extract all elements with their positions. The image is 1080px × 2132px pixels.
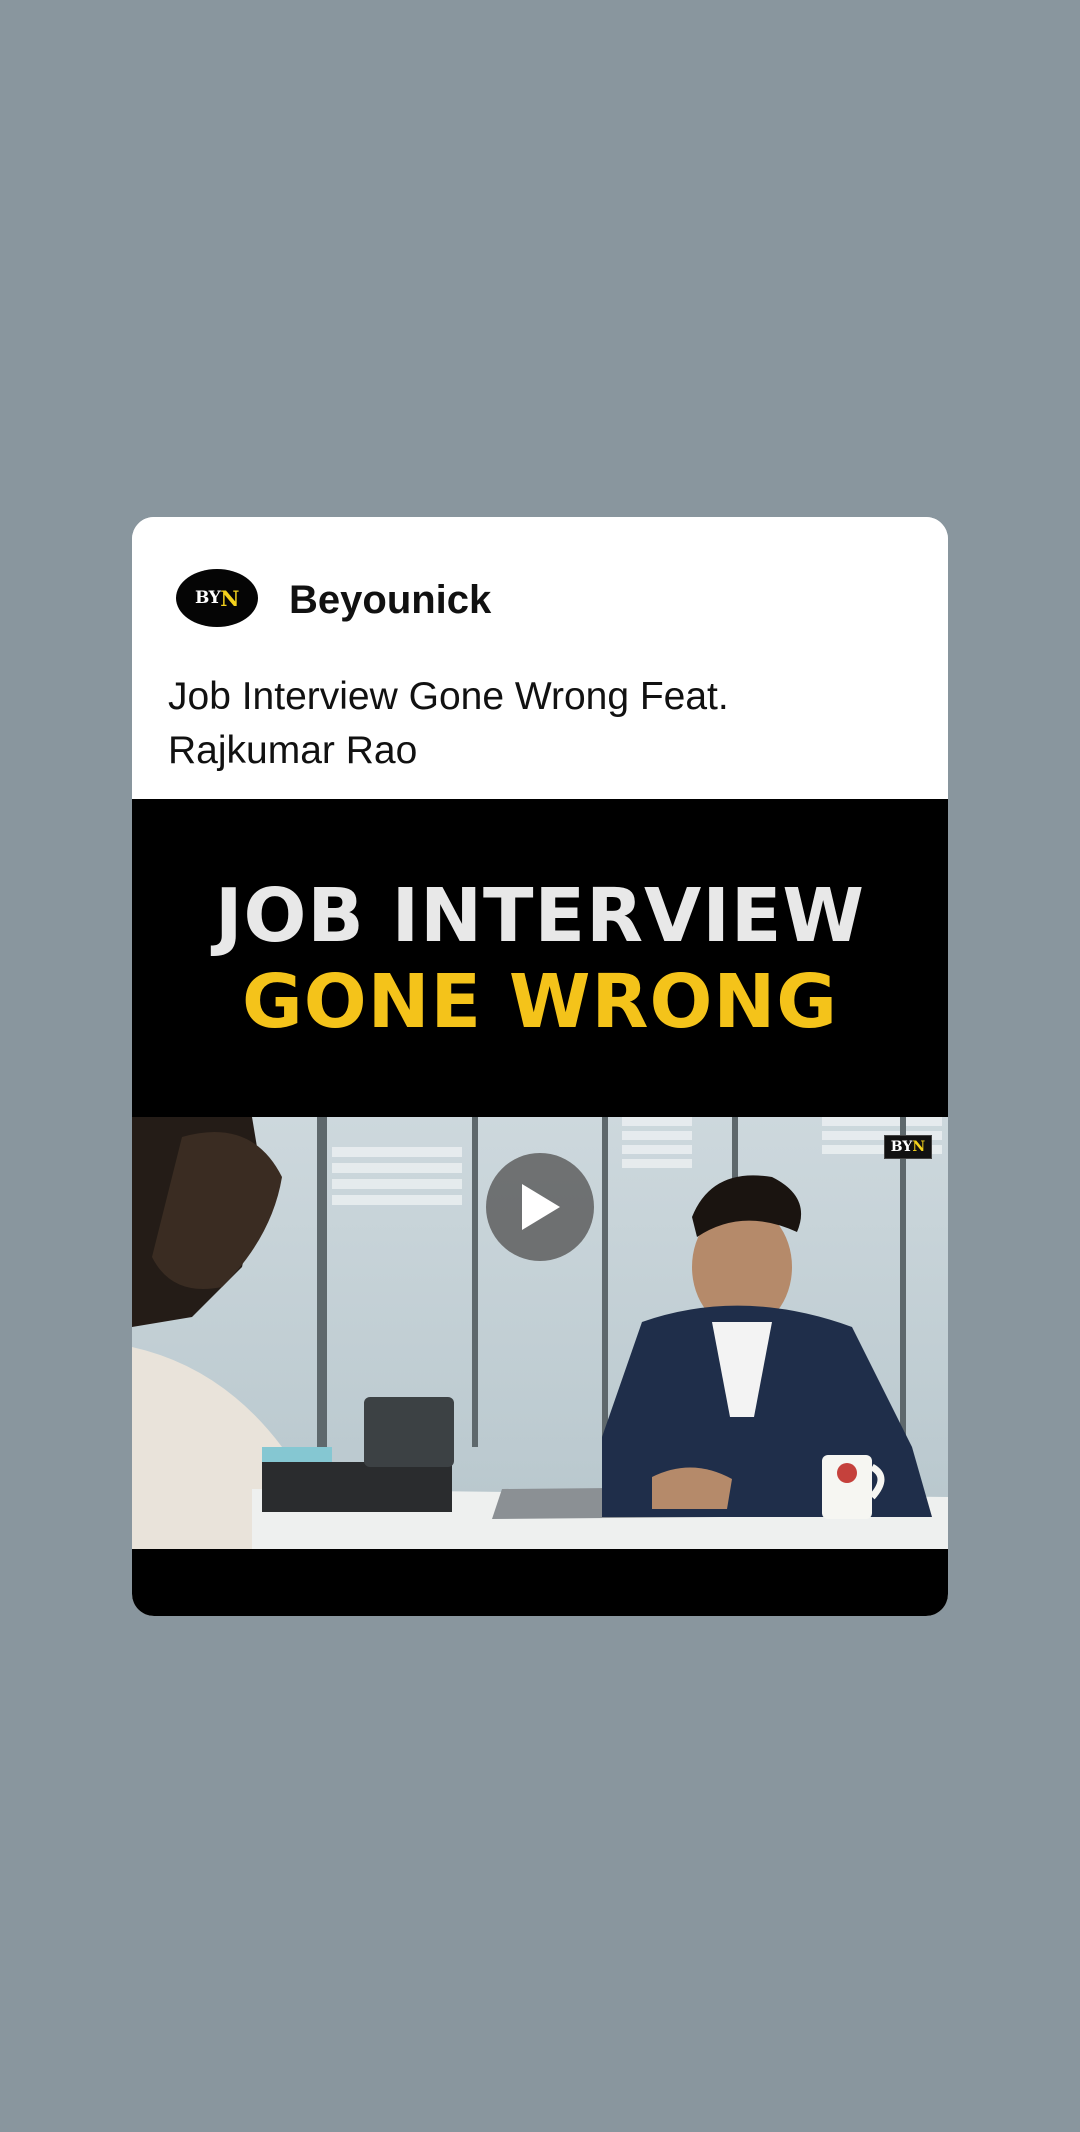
thumbnail-headline: JOB INTERVIEW GONE WRONG [132, 873, 948, 1045]
video-post-card[interactable]: BY N Beyounick Job Interview Gone Wrong F… [132, 517, 948, 1616]
avatar-logo-n: N [220, 585, 239, 611]
play-button[interactable] [486, 1153, 594, 1261]
video-player[interactable]: JOB INTERVIEW GONE WRONG BY N [132, 799, 948, 1616]
video-title[interactable]: Job Interview Gone Wrong Feat. Rajkumar … [168, 670, 888, 778]
headline-line-2: GONE WRONG [241, 959, 839, 1045]
headline-line-1: JOB INTERVIEW [214, 873, 866, 959]
play-icon [522, 1184, 560, 1230]
channel-name[interactable]: Beyounick [289, 578, 491, 623]
avatar-logo-by: BY [195, 588, 221, 608]
watermark-by: BY [890, 1139, 913, 1155]
post-header: BY N Beyounick Job Interview Gone Wrong F… [132, 517, 948, 799]
channel-avatar[interactable]: BY N [176, 569, 258, 627]
channel-watermark: BY N [884, 1135, 932, 1159]
watermark-n: N [912, 1139, 926, 1155]
